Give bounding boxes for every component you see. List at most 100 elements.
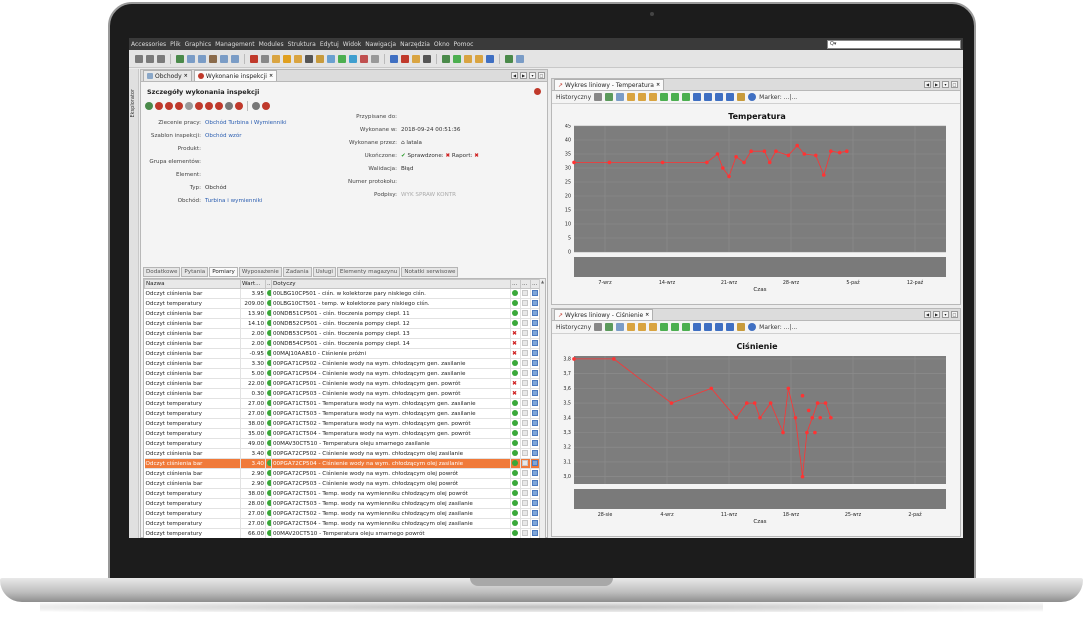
comment-icon[interactable] (522, 520, 528, 527)
view-details-icon[interactable] (532, 480, 538, 487)
brush-icon[interactable] (737, 323, 746, 331)
save-image-icon[interactable] (605, 323, 614, 331)
comment-icon[interactable] (522, 530, 528, 537)
truck-icon[interactable] (305, 54, 313, 63)
comment-icon[interactable] (522, 320, 528, 327)
table-row[interactable]: Odczyt ciśnienia bar 3.95 00LBG10CP501 - c… (144, 288, 541, 299)
grid-icon[interactable] (198, 54, 206, 63)
table-row[interactable]: Odczyt ciśnienia bar 3.30 00PGA71CP502 - C… (144, 358, 541, 369)
save-image-icon[interactable] (605, 93, 614, 101)
comment-icon[interactable] (522, 370, 528, 377)
fit-icon[interactable] (715, 323, 724, 331)
move-up-icon[interactable] (671, 323, 680, 331)
comment-icon[interactable] (522, 360, 528, 367)
menu-item[interactable]: Modules (259, 41, 284, 48)
column-header[interactable]: ... (510, 279, 521, 289)
table-row[interactable]: Odczyt temperatury 27.00 00PGA72CT504 - Te… (144, 518, 541, 529)
pan-icon[interactable] (660, 323, 669, 331)
sub-tab[interactable]: Pomiary (209, 267, 238, 277)
comment-icon[interactable] (522, 380, 528, 387)
close-icon[interactable]: × (656, 82, 660, 88)
view-details-icon[interactable] (532, 350, 538, 357)
comment-icon[interactable] (522, 440, 528, 447)
tab-wykonanie-inspekcji[interactable]: Wykonanie inspekcji × (193, 70, 278, 81)
menu-icon[interactable]: ▾ (942, 81, 949, 88)
close-icon[interactable]: × (645, 312, 649, 318)
tab-wykres-temperatura[interactable]: ↗ Wykres liniowy - Temperatura × (554, 79, 665, 90)
table-row[interactable]: Odczyt temperatury 27.00 00PGA71CT503 - Te… (144, 408, 541, 419)
sub-tab[interactable]: Pytania (181, 267, 209, 277)
person-red-icon[interactable] (165, 102, 173, 110)
globe-icon[interactable] (486, 54, 494, 63)
view-details-icon[interactable] (532, 530, 538, 537)
comment-icon[interactable] (522, 400, 528, 407)
scroll-up-icon[interactable]: ▲ (540, 279, 545, 285)
comment-icon[interactable] (522, 500, 528, 507)
comment-icon[interactable] (522, 310, 528, 317)
view-details-icon[interactable] (532, 520, 538, 527)
view-details-icon[interactable] (532, 320, 538, 327)
fit-icon[interactable] (715, 93, 724, 101)
historyczny-toggle[interactable]: Historyczny (556, 324, 591, 331)
table-row[interactable]: Odczyt ciśnienia bar 14.10 00NDB52CP501 - … (144, 318, 541, 329)
menu-icon[interactable]: ▾ (942, 311, 949, 318)
tag-icon[interactable] (453, 54, 461, 63)
brush-icon[interactable] (737, 93, 746, 101)
view-details-icon[interactable] (532, 340, 538, 347)
user-icon[interactable] (272, 54, 280, 63)
table-row[interactable]: Odczyt ciśnienia bar 22.00 00PGA71CP501 - … (144, 378, 541, 389)
zoom-out-icon[interactable] (638, 323, 647, 331)
comment-icon[interactable] (522, 430, 528, 437)
menu-item[interactable]: Widok (343, 41, 361, 48)
move-up-icon[interactable] (671, 93, 680, 101)
house-icon[interactable] (209, 54, 217, 63)
column-header[interactable]: Nazwa (144, 279, 241, 289)
menu-item[interactable]: Okno (434, 41, 450, 48)
leaf-icon[interactable] (442, 54, 450, 63)
sub-tab[interactable]: Zadania (282, 267, 312, 277)
view-details-icon[interactable] (532, 490, 538, 497)
person-red-icon[interactable] (215, 102, 223, 110)
calendar-icon[interactable] (327, 54, 335, 63)
filter-icon[interactable] (726, 93, 735, 101)
menu-item[interactable]: Management (215, 41, 255, 48)
undo-icon[interactable] (146, 54, 154, 63)
menu-item[interactable]: Pomoc (454, 41, 474, 48)
next-icon[interactable]: ▶ (520, 72, 527, 79)
book-icon[interactable] (412, 54, 420, 63)
star-icon[interactable] (464, 54, 472, 63)
comment-icon[interactable] (522, 300, 528, 307)
menu-item[interactable]: Accessories (131, 41, 166, 48)
last-icon[interactable] (704, 93, 713, 101)
comment-icon[interactable] (522, 470, 528, 477)
people-icon[interactable] (294, 54, 302, 63)
alert-icon[interactable] (534, 88, 541, 95)
view-details-icon[interactable] (532, 400, 538, 407)
explorer-strip[interactable]: Eksplorator (129, 69, 139, 538)
view-details-icon[interactable] (532, 430, 538, 437)
view-details-icon[interactable] (532, 330, 538, 337)
move-down-icon[interactable] (682, 323, 691, 331)
menu-item[interactable]: Nawigacja (365, 41, 396, 48)
view-details-icon[interactable] (532, 510, 538, 517)
comment-icon[interactable] (522, 480, 528, 487)
comment-icon[interactable] (522, 420, 528, 427)
person-red-icon[interactable] (195, 102, 203, 110)
table-row[interactable]: Odczyt temperatury 35.00 00PGA71CT504 - Te… (144, 428, 541, 439)
table-row[interactable]: Odczyt temperatury 38.00 00PGA71CT502 - Te… (144, 418, 541, 429)
tab-wykres-cisnienie[interactable]: ↗ Wykres liniowy - Ciśnienie × (554, 309, 654, 320)
person-red-icon[interactable] (235, 102, 243, 110)
view-details-icon[interactable] (532, 380, 538, 387)
bar-chart-icon[interactable] (594, 93, 603, 101)
person-red-icon[interactable] (205, 102, 213, 110)
pdf-icon[interactable] (262, 102, 270, 110)
bars-icon[interactable] (316, 54, 324, 63)
close-icon[interactable]: × (269, 73, 273, 79)
table-row[interactable]: Odczyt temperatury 28.00 00PGA72CT503 - Te… (144, 498, 541, 509)
obchod-link[interactable]: Turbina i wymienniki (205, 198, 262, 204)
comment-icon[interactable] (522, 330, 528, 337)
comment-icon[interactable] (522, 510, 528, 517)
maximize-icon[interactable]: □ (951, 81, 958, 88)
globe-icon[interactable] (349, 54, 357, 63)
sub-tab[interactable]: Usługi (312, 267, 336, 277)
